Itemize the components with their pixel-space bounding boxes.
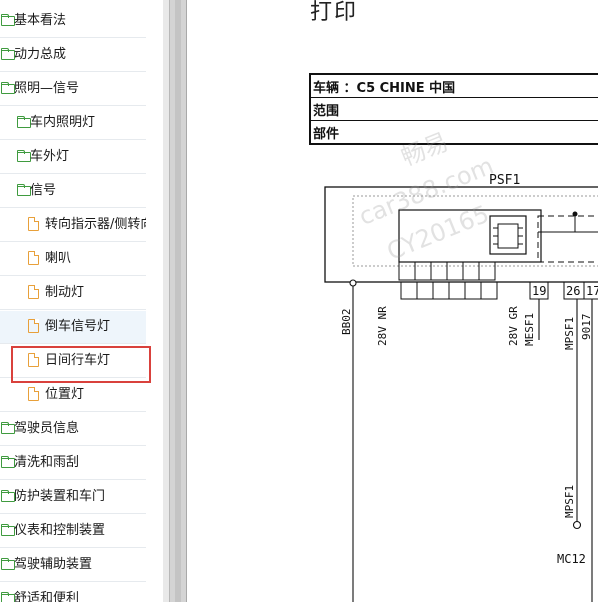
folder-icon — [1, 82, 15, 94]
navigation-tree: 基本看法动力总成照明—信号车内照明灯车外灯信号转向指示器/侧转向指喇叭制动灯倒车… — [0, 0, 163, 602]
folder-icon — [17, 150, 31, 162]
terminal-node — [349, 279, 357, 287]
folder-icon — [1, 490, 15, 502]
wire-label: BB02 — [340, 309, 353, 336]
tree-item-label: 仪表和控制装置 — [14, 523, 106, 538]
tree-item-label: 位置灯 — [45, 387, 85, 402]
tree-item-label: 清洗和雨刮 — [14, 455, 80, 470]
tree-item[interactable]: 动力总成 — [0, 39, 146, 72]
ground-name: MC12 — [557, 552, 586, 566]
tree-item-label: 倒车信号灯 — [45, 319, 111, 334]
tree-item-label: 舒适和便利 — [14, 591, 80, 602]
document-icon — [28, 217, 39, 231]
document-icon — [28, 251, 39, 265]
tree-item-label: 动力总成 — [14, 47, 67, 62]
folder-icon — [1, 48, 15, 60]
pane-splitter[interactable] — [169, 0, 187, 602]
tree-item[interactable]: 位置灯 — [0, 379, 146, 412]
wire-label: 28V NR — [376, 306, 389, 346]
folder-icon — [1, 524, 15, 536]
wire-label: MESF1 — [523, 313, 536, 346]
tree-item-label: 车外灯 — [30, 149, 70, 164]
tree-item[interactable]: 驾驶员信息 — [0, 413, 146, 446]
tree-item-label: 防护装置和车门 — [14, 489, 106, 504]
selection-highlight-box — [11, 346, 151, 383]
tree-item-label: 驾驶员信息 — [14, 421, 80, 436]
chip-body — [497, 223, 519, 249]
tree-item[interactable]: 车内照明灯 — [0, 107, 146, 140]
connector-pins-top — [398, 261, 496, 281]
splitter-grip[interactable] — [175, 0, 181, 602]
pin-number: 17 — [586, 284, 598, 298]
folder-icon — [1, 422, 15, 434]
tree-item[interactable]: 清洗和雨刮 — [0, 447, 146, 480]
tree-item-label: 制动灯 — [45, 285, 85, 300]
wire-label: MPSF1 — [563, 317, 576, 350]
ground-node — [572, 520, 582, 530]
tree-item[interactable]: 转向指示器/侧转向指 — [0, 209, 146, 242]
wire-label: 9017 — [580, 314, 593, 341]
folder-icon — [17, 184, 31, 196]
tree-item[interactable]: 照明—信号 — [0, 73, 146, 106]
tree-item-label: 驾驶辅助装置 — [14, 557, 93, 572]
tree-item-label: 照明—信号 — [14, 81, 80, 96]
tree-item-label: 基本看法 — [14, 13, 67, 28]
tree-item[interactable]: 舒适和便利 — [0, 583, 146, 602]
dashed-subunit — [537, 215, 598, 263]
tree-item[interactable]: 制动灯 — [0, 277, 146, 310]
tree-item-label: 转向指示器/侧转向指 — [45, 217, 146, 232]
tree-item-label: 喇叭 — [45, 251, 72, 266]
pin-number: 26 — [566, 284, 580, 298]
document-icon — [28, 319, 39, 333]
folder-icon — [1, 592, 15, 602]
wiring-schematic: PSF1 19 26 17 BB02 28V NR 28V GR MESF1 M… — [324, 173, 598, 602]
folder-icon — [1, 14, 15, 26]
ground-wire-label: MPSF1 — [563, 485, 576, 518]
tree-item[interactable]: 倒车信号灯 — [0, 311, 146, 344]
tree-item[interactable]: 驾驶辅助装置 — [0, 549, 146, 582]
tree-item[interactable]: 基本看法 — [0, 5, 146, 38]
tree-item[interactable]: 喇叭 — [0, 243, 146, 276]
tree-item[interactable]: 信号 — [0, 175, 146, 208]
wire-label: 28V GR — [507, 306, 520, 346]
document-icon — [28, 387, 39, 401]
pin-number: 19 — [532, 284, 546, 298]
folder-icon — [1, 558, 15, 570]
folder-icon — [17, 116, 31, 128]
document-view: 打印 车辆 ：C5 CHINE 中国 范围 部件 PSF1 19 26 17 B… — [187, 0, 598, 602]
tree-item[interactable]: 车外灯 — [0, 141, 146, 174]
tree-item-label: 信号 — [30, 183, 57, 198]
tree-item[interactable]: 防护装置和车门 — [0, 481, 146, 514]
folder-icon — [1, 456, 15, 468]
document-icon — [28, 285, 39, 299]
tree-item[interactable]: 仪表和控制装置 — [0, 515, 146, 548]
tree-item-label: 车内照明灯 — [30, 115, 96, 130]
